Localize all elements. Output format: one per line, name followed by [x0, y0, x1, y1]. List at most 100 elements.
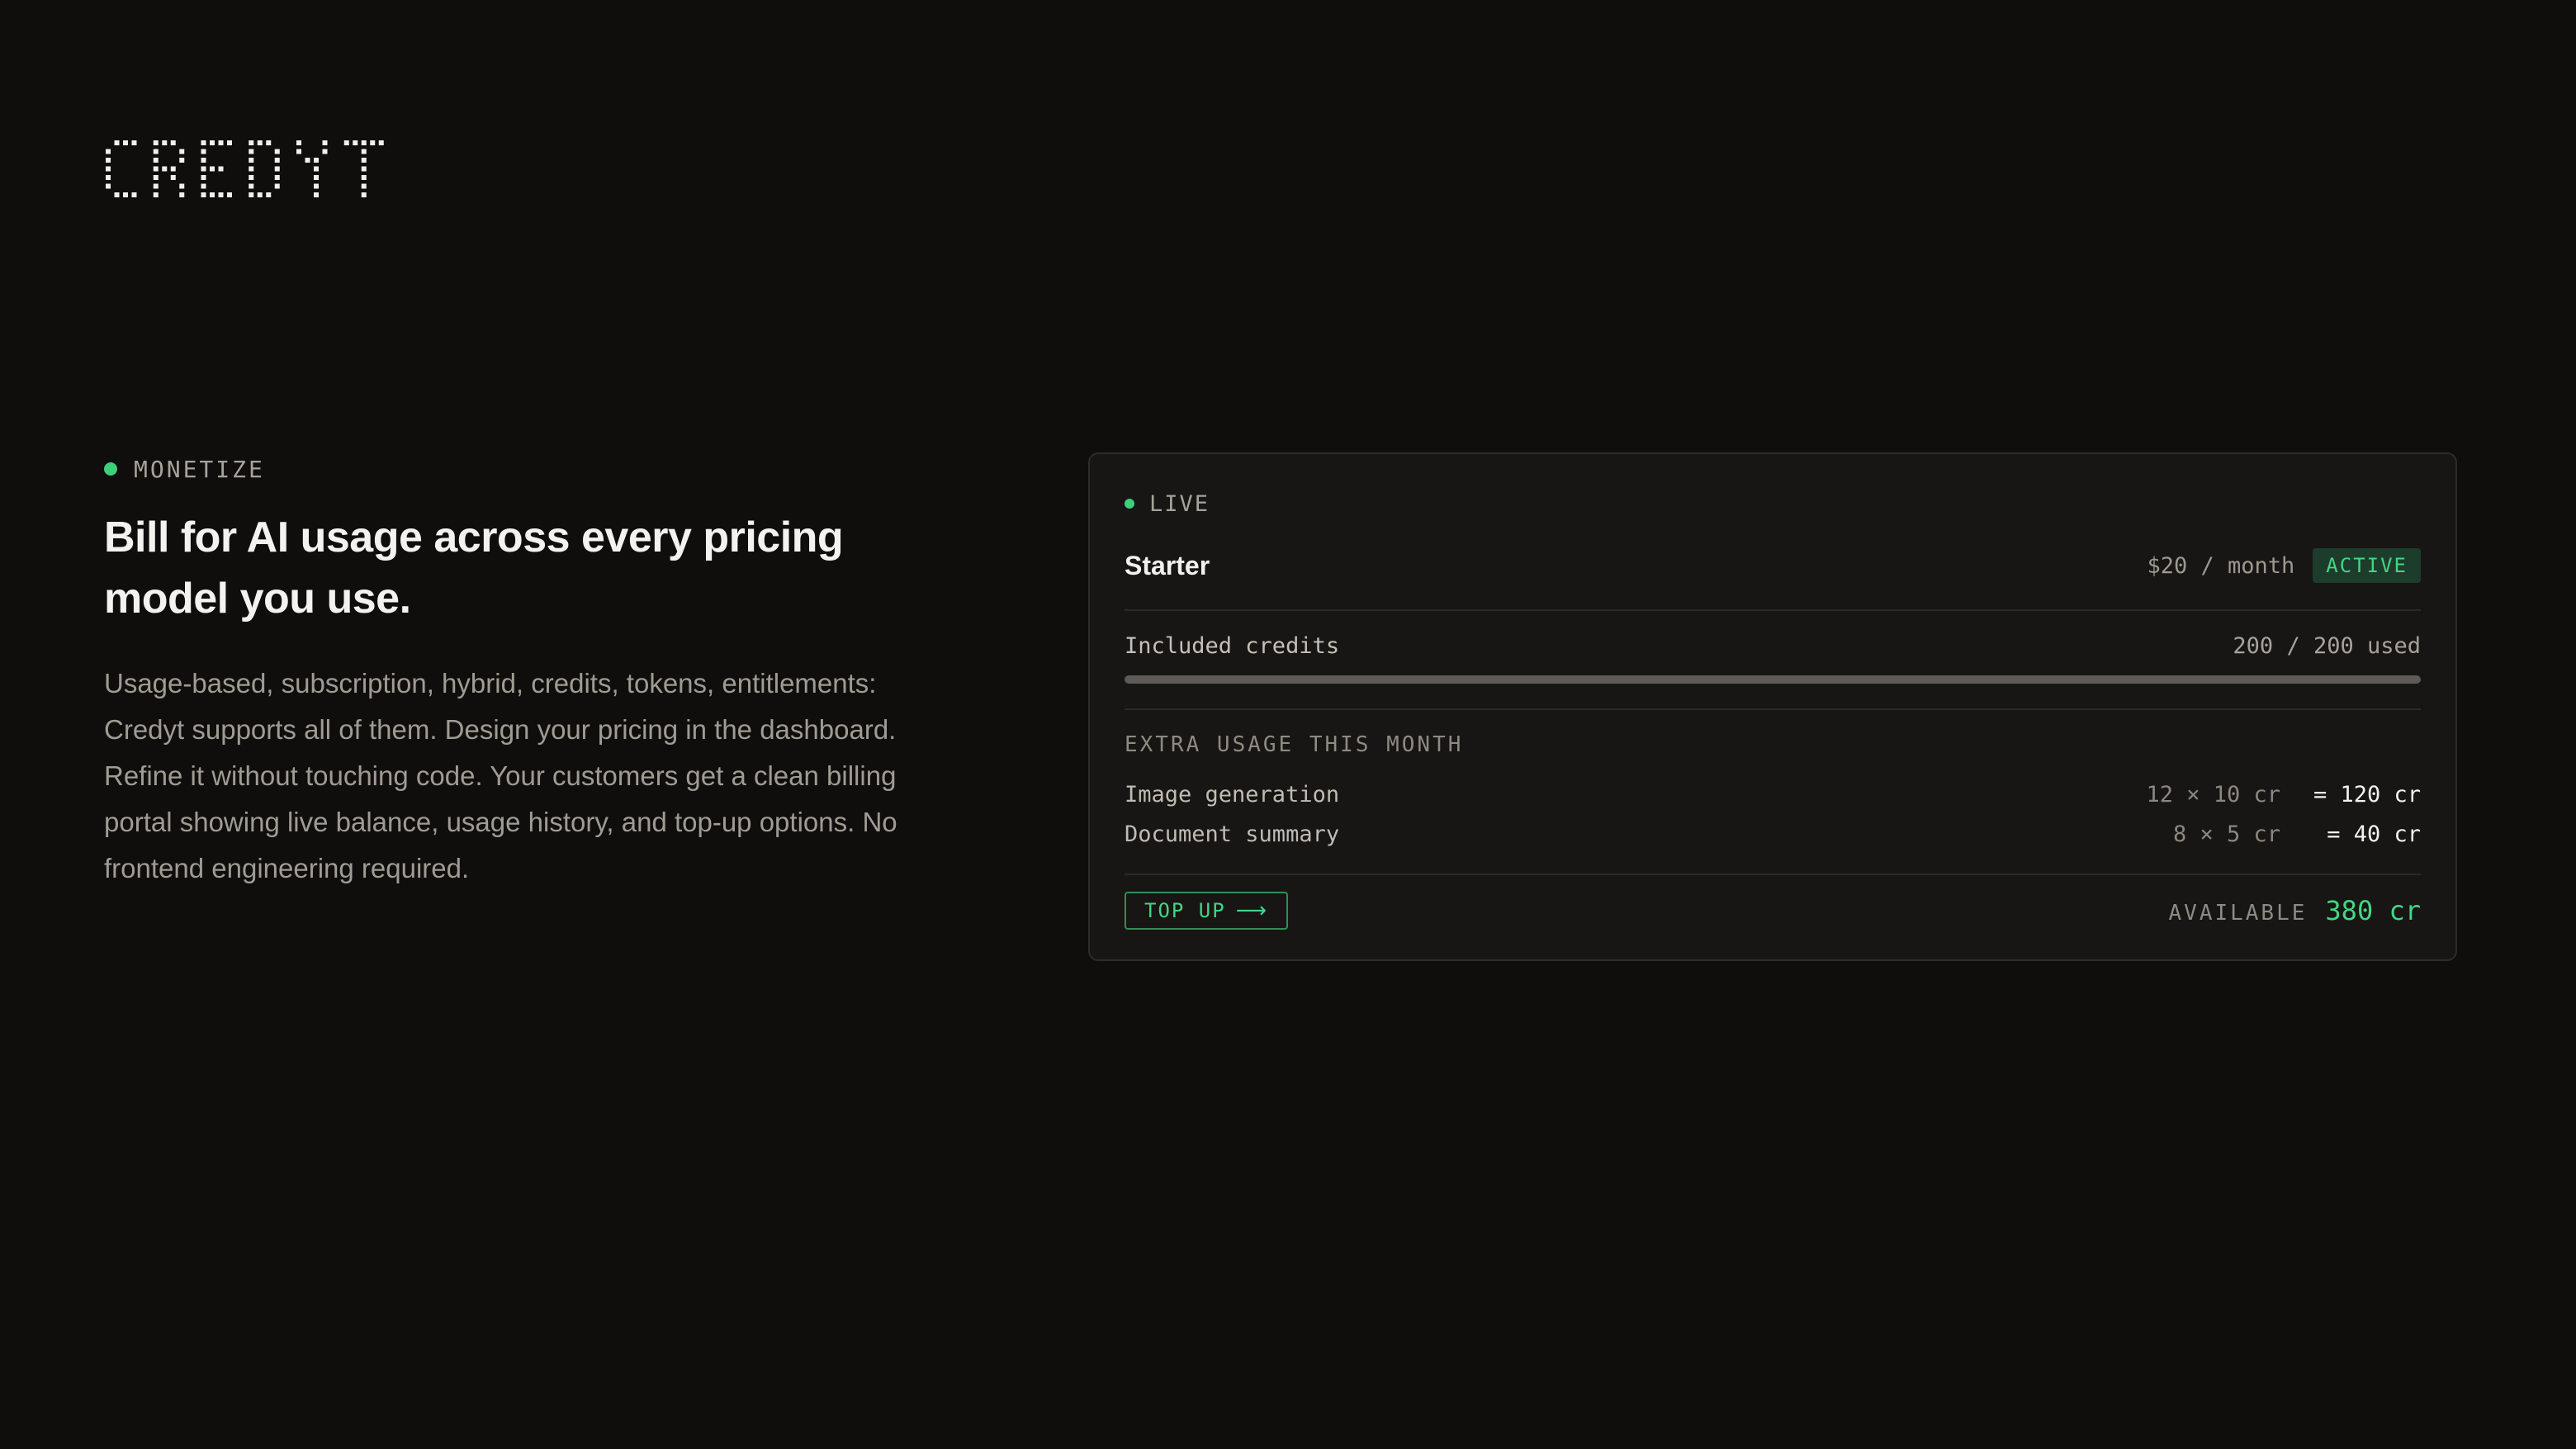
- plan-meta: $20 / month ACTIVE: [2147, 548, 2421, 583]
- logo-dot: [106, 183, 111, 189]
- usage-row-document-summary: Document summary 8 × 5 cr = 40 cr: [1125, 817, 2421, 850]
- logo-dot: [179, 192, 185, 197]
- logo-dot: [170, 140, 176, 145]
- headline: Bill for AI usage across every pricing m…: [104, 514, 844, 623]
- logo-dot: [296, 149, 301, 154]
- logo-dot: [106, 149, 111, 154]
- logo-dot: [201, 140, 206, 145]
- usage-item-expr: 12 × 10 cr: [2146, 781, 2280, 807]
- status-badge: ACTIVE: [2313, 548, 2421, 583]
- logo-dot: [249, 166, 254, 172]
- logo-dot: [153, 166, 159, 172]
- logo-dot: [249, 149, 254, 154]
- logo-dot: [361, 166, 367, 172]
- logo-dot: [201, 166, 206, 172]
- logo-dot: [343, 140, 349, 145]
- logo-dot: [114, 140, 120, 145]
- logo-dot: [361, 149, 367, 154]
- logo-dot: [106, 166, 111, 172]
- status-dot-icon: [104, 462, 117, 476]
- divider: [1125, 609, 2421, 611]
- usage-item-expr: 8 × 5 cr: [2172, 821, 2280, 847]
- logo-dot: [201, 149, 206, 154]
- logo-dot: [353, 140, 358, 145]
- logo-dot: [257, 192, 263, 197]
- logo-dot: [201, 158, 206, 163]
- logo-dot: [314, 166, 319, 172]
- usage-item-calc: 12 × 10 cr = 120 cr: [2146, 782, 2421, 807]
- included-credits-value: 200 / 200 used: [2233, 632, 2421, 659]
- logo-dot: [153, 158, 159, 163]
- usage-item-name: Image generation: [1125, 781, 1340, 807]
- logo-dot: [210, 192, 215, 197]
- logo-dot: [170, 175, 176, 180]
- included-credits-row: Included credits 200 / 200 used: [1125, 629, 2421, 662]
- extra-usage-title: EXTRA USAGE THIS MONTH: [1125, 732, 1464, 757]
- logo-dot: [249, 158, 254, 163]
- plan-row: Starter $20 / month ACTIVE: [1125, 547, 2421, 585]
- logo-dot: [322, 140, 328, 145]
- logo-dot: [227, 192, 232, 197]
- logo-dot: [361, 140, 367, 145]
- logo-dot: [296, 140, 301, 145]
- usage-item-name: Document summary: [1125, 821, 1340, 847]
- logo-dot: [162, 140, 168, 145]
- logo-dot: [153, 175, 159, 180]
- logo-dot: [201, 183, 206, 189]
- available-balance: AVAILABLE 380 cr: [2169, 895, 2421, 926]
- usage-item-total: = 120 cr: [2313, 781, 2421, 807]
- logo-dot: [179, 183, 185, 189]
- logo-dot: [274, 149, 280, 154]
- top-up-button[interactable]: TOP UP ⟶: [1125, 892, 1288, 930]
- logo-dot: [123, 192, 128, 197]
- top-up-label: TOP UP: [1144, 899, 1226, 922]
- credits-progress-fill: [1125, 675, 2421, 684]
- logo-dot: [361, 183, 367, 189]
- logo-dot: [257, 140, 263, 145]
- logo-dot: [153, 183, 159, 189]
- logo-dot: [266, 192, 272, 197]
- logo-dot: [123, 140, 128, 145]
- live-dot-icon: [1125, 499, 1134, 509]
- live-label: LIVE: [1149, 490, 1210, 517]
- logo-dot: [131, 140, 137, 145]
- usage-item-total: = 40 cr: [2327, 821, 2421, 847]
- available-label: AVAILABLE: [2168, 901, 2308, 926]
- available-value: 380 cr: [2325, 895, 2421, 926]
- divider: [1125, 874, 2421, 875]
- logo-dot: [218, 140, 224, 145]
- usage-row-image-generation: Image generation 12 × 10 cr = 120 cr: [1125, 778, 2421, 811]
- logo-dot: [274, 175, 280, 180]
- card-footer: TOP UP ⟶ AVAILABLE 380 cr: [1125, 892, 2421, 930]
- logo-dot: [249, 183, 254, 189]
- logo-dot: [106, 175, 111, 180]
- logo-dot: [266, 140, 272, 145]
- plan-price: $20 / month: [2147, 552, 2295, 579]
- logo-dot: [153, 149, 159, 154]
- logo-dot: [106, 158, 111, 163]
- logo-dot: [370, 140, 376, 145]
- divider: [1125, 708, 2421, 710]
- logo-dot: [249, 192, 254, 197]
- logo-dot: [162, 166, 168, 172]
- credits-progress-bar: [1125, 675, 2421, 684]
- credyt-logo: [106, 140, 428, 201]
- logo-dot: [314, 175, 319, 180]
- logo-dot: [218, 166, 224, 172]
- logo-dot: [249, 175, 254, 180]
- logo-dot: [314, 192, 319, 197]
- arrow-right-icon: ⟶: [1235, 898, 1268, 923]
- logo-dot: [361, 158, 367, 163]
- credyt-wordmark: [106, 140, 384, 197]
- logo-dot: [131, 192, 137, 197]
- logo-dot: [274, 183, 280, 189]
- logo-dot: [378, 140, 384, 145]
- logo-dot: [305, 158, 310, 163]
- logo-dot: [218, 192, 224, 197]
- logo-dot: [227, 140, 232, 145]
- logo-dot: [274, 166, 280, 172]
- logo-dot: [153, 140, 159, 145]
- logo-dot: [210, 166, 215, 172]
- logo-dot: [274, 158, 280, 163]
- section-eyebrow: MONETIZE: [104, 454, 946, 484]
